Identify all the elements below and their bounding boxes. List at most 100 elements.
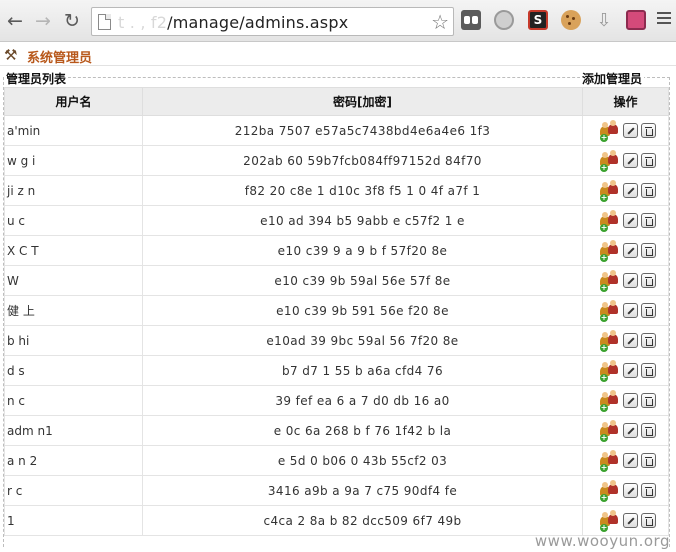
username-cell: a n 2 <box>4 445 143 476</box>
table-row: X C Te10 c39 9 a 9 b f 57f20 8e + <box>4 235 669 266</box>
admin-list-legend: 管理员列表 <box>4 70 69 87</box>
menu-icon[interactable] <box>657 12 671 26</box>
username-cell: d s <box>4 355 143 386</box>
password-hash-cell: e 5d 0 b06 0 43b 55cf2 03 <box>142 445 583 476</box>
users-icon[interactable]: + <box>600 119 620 142</box>
password-hash-cell: 39 fef ea 6 a 7 d0 db 16 a0 <box>142 385 583 416</box>
reload-icon[interactable]: ↻ <box>60 9 84 33</box>
username-cell: n c <box>4 385 143 416</box>
users-icon[interactable]: + <box>600 359 620 382</box>
edit-icon[interactable] <box>623 273 638 288</box>
actions-cell: + <box>582 265 669 296</box>
actions-cell: + <box>582 175 669 206</box>
edit-icon[interactable] <box>623 363 638 378</box>
delete-icon[interactable] <box>641 363 656 378</box>
actions-cell: + <box>582 475 669 506</box>
username-cell: a'min <box>4 115 143 146</box>
users-icon[interactable]: + <box>600 479 620 502</box>
delete-icon[interactable] <box>641 123 656 138</box>
edit-icon[interactable] <box>623 243 638 258</box>
add-admin-link[interactable]: 添加管理员 <box>580 70 645 87</box>
extension-cookie-icon[interactable] <box>561 10 581 30</box>
delete-icon[interactable] <box>641 513 656 528</box>
edit-icon[interactable] <box>623 393 638 408</box>
users-icon[interactable]: + <box>600 149 620 172</box>
delete-icon[interactable] <box>641 303 656 318</box>
address-bar[interactable]: t . , f2/manage/admins.aspx ☆ <box>91 7 454 36</box>
users-icon[interactable]: + <box>600 449 620 472</box>
actions-cell: + <box>582 445 669 476</box>
edit-icon[interactable] <box>623 483 638 498</box>
delete-icon[interactable] <box>641 333 656 348</box>
users-icon[interactable]: + <box>600 179 620 202</box>
users-icon[interactable]: + <box>600 209 620 232</box>
extension-download-icon[interactable]: ⇩ <box>594 10 614 31</box>
back-arrow-icon[interactable]: ← <box>3 9 27 33</box>
users-icon[interactable]: + <box>600 239 620 262</box>
forward-arrow-icon[interactable]: → <box>31 9 55 33</box>
delete-icon[interactable] <box>641 483 656 498</box>
edit-icon[interactable] <box>623 123 638 138</box>
tools-icon: ⚒ <box>4 46 18 64</box>
extension-glasses-icon[interactable] <box>461 10 481 30</box>
username-cell: W <box>4 265 143 296</box>
delete-icon[interactable] <box>641 273 656 288</box>
password-hash-cell: e10 c39 9b 59al 56e 57f 8e <box>142 265 583 296</box>
edit-icon[interactable] <box>623 453 638 468</box>
delete-icon[interactable] <box>641 453 656 468</box>
page-header: ⚒ 系统管理员 <box>0 44 676 66</box>
username-cell: 1 <box>4 505 143 536</box>
delete-icon[interactable] <box>641 243 656 258</box>
admin-table: 用户名 密码[加密] 操作 a'min 212ba 7507 e57a5c7438… <box>4 87 669 536</box>
actions-cell: + <box>582 205 669 236</box>
password-hash-cell: e 0c 6a 268 b f 76 1f42 b la <box>142 415 583 446</box>
users-icon[interactable]: + <box>600 389 620 412</box>
password-hash-cell: 212ba 7507 e57a5c7438bd4e6a4e6 1f3 <box>142 115 583 146</box>
edit-icon[interactable] <box>623 153 638 168</box>
delete-icon[interactable] <box>641 423 656 438</box>
actions-cell: + <box>582 115 669 146</box>
delete-icon[interactable] <box>641 153 656 168</box>
extension-pink-icon[interactable] <box>626 10 646 30</box>
username-cell: ji z n <box>4 175 143 206</box>
table-row: r c 3416 a9b a 9a 7 c75 90df4 fe + <box>4 475 669 506</box>
extension-sync-icon[interactable] <box>494 10 514 30</box>
users-icon[interactable]: + <box>600 269 620 292</box>
username-cell: r c <box>4 475 143 506</box>
users-icon[interactable]: + <box>600 509 620 532</box>
actions-cell: + <box>582 235 669 266</box>
username-cell: X C T <box>4 235 143 266</box>
column-header-password: 密码[加密] <box>142 87 583 116</box>
delete-icon[interactable] <box>641 213 656 228</box>
edit-icon[interactable] <box>623 333 638 348</box>
extension-s-icon[interactable]: S <box>528 10 548 30</box>
bookmark-star-icon[interactable]: ☆ <box>431 10 449 34</box>
password-hash-cell: b7 d7 1 55 b a6a cfd4 76 <box>142 355 583 386</box>
table-row: u c e10 ad 394 b5 9abb e c57f2 1 e + <box>4 205 669 236</box>
edit-icon[interactable] <box>623 213 638 228</box>
table-header-row: 用户名 密码[加密] 操作 <box>4 87 669 116</box>
actions-cell: + <box>582 385 669 416</box>
column-header-username: 用户名 <box>4 87 143 116</box>
edit-icon[interactable] <box>623 183 638 198</box>
column-header-actions: 操作 <box>582 87 669 116</box>
delete-icon[interactable] <box>641 393 656 408</box>
edit-icon[interactable] <box>623 513 638 528</box>
users-icon[interactable]: + <box>600 329 620 352</box>
page-icon <box>98 14 111 30</box>
page-title: 系统管理员 <box>27 51 93 66</box>
username-cell: u c <box>4 205 143 236</box>
users-icon[interactable]: + <box>600 419 620 442</box>
table-row: n c 39 fef ea 6 a 7 d0 db 16 a0 + <box>4 385 669 416</box>
password-hash-cell: e10ad 39 9bc 59al 56 7f20 8e <box>142 325 583 356</box>
delete-icon[interactable] <box>641 183 656 198</box>
edit-icon[interactable] <box>623 423 638 438</box>
edit-icon[interactable] <box>623 303 638 318</box>
users-icon[interactable]: + <box>600 299 620 322</box>
actions-cell: + <box>582 325 669 356</box>
table-row: b hi e10ad 39 9bc 59al 56 7f20 8e + <box>4 325 669 356</box>
table-row: a'min 212ba 7507 e57a5c7438bd4e6a4e6 1f3 + <box>4 115 669 146</box>
table-row: ji z n f82 20 c8e 1 d10c 3f8 f5 1 0 4f a7… <box>4 175 669 206</box>
table-row: 健 上 e10 c39 9b 591 56e f20 8e + <box>4 295 669 326</box>
password-hash-cell: e10 c39 9 a 9 b f 57f20 8e <box>142 235 583 266</box>
